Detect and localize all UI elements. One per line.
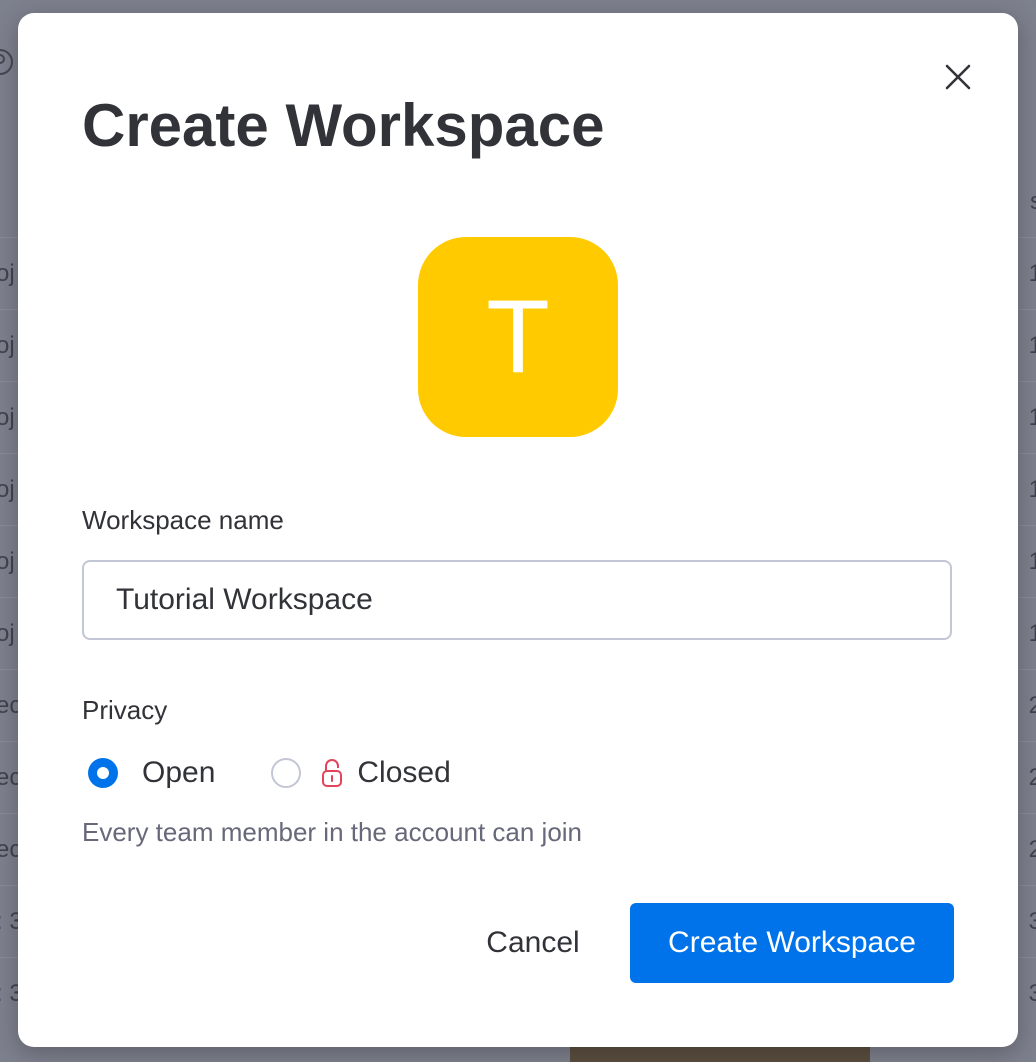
closed-label: Closed bbox=[357, 756, 451, 789]
open-radio[interactable] bbox=[88, 758, 118, 788]
workspace-avatar-letter: T bbox=[486, 278, 550, 395]
privacy-options: Open Closed bbox=[88, 753, 451, 793]
lock-icon bbox=[321, 758, 343, 788]
dialog-title: Create Workspace bbox=[82, 92, 605, 159]
create-workspace-button[interactable]: Create Workspace bbox=[630, 903, 954, 983]
background-header-text: s bbox=[1030, 188, 1036, 215]
privacy-label: Privacy bbox=[82, 695, 168, 725]
close-icon bbox=[944, 63, 972, 96]
workspace-avatar[interactable]: T bbox=[418, 237, 618, 437]
privacy-option-closed[interactable]: Closed bbox=[271, 756, 451, 790]
workspace-name-label: Workspace name bbox=[82, 505, 284, 535]
background-block bbox=[570, 1046, 870, 1062]
cancel-button[interactable]: Cancel bbox=[470, 903, 596, 983]
closed-radio[interactable] bbox=[271, 758, 302, 788]
workspace-name-input[interactable] bbox=[82, 560, 952, 640]
create-workspace-dialog: Create Workspace T Workspace name Privac… bbox=[18, 13, 1018, 1047]
open-label: Open bbox=[142, 756, 216, 789]
privacy-option-open[interactable]: Open bbox=[88, 756, 215, 790]
close-button[interactable] bbox=[936, 57, 980, 101]
privacy-hint: Every team member in the account can joi… bbox=[82, 817, 583, 847]
background-user-icon bbox=[0, 46, 14, 83]
